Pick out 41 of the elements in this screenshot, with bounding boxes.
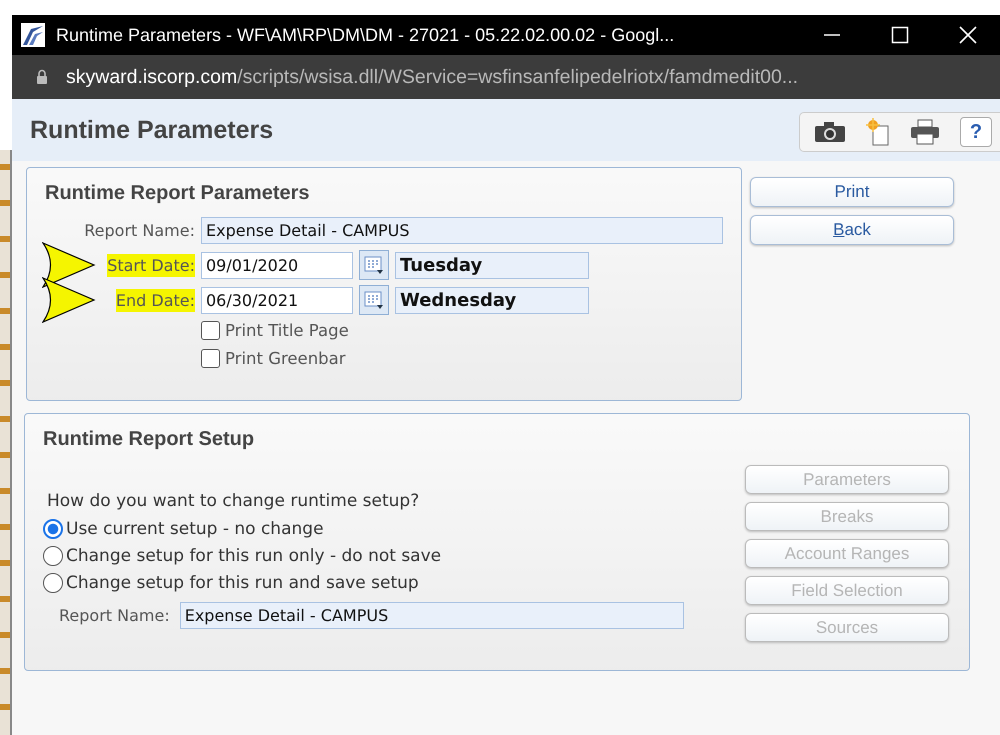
radio-button[interactable] — [43, 518, 63, 538]
lock-icon — [36, 69, 48, 85]
calendar-icon — [364, 290, 384, 310]
field-label: End Date: — [116, 288, 195, 312]
radio-button[interactable] — [43, 546, 63, 566]
panel-title: Runtime Report Setup — [43, 428, 256, 451]
checkbox[interactable] — [201, 321, 220, 340]
field-label: Report Name: — [59, 606, 170, 625]
url-text: skyward.iscorp.com/scripts/wsisa.dll/WService=wsfinsanfelipedelriotx/famdmedit00... — [66, 66, 798, 88]
date-field[interactable]: 09/01/2020 — [201, 252, 353, 278]
question-text: How do you want to change runtime setup? — [47, 491, 420, 511]
app-logo-icon — [20, 23, 46, 47]
new-document-icon[interactable] — [866, 118, 890, 146]
report-name-field[interactable]: Expense Detail - CAMPUS — [180, 602, 684, 629]
field-label: Report Name: — [84, 220, 195, 242]
calendar-icon — [364, 255, 384, 275]
address-bar[interactable]: skyward.iscorp.com/scripts/wsisa.dll/WService=wsfinsanfelipedelriotx/famdmedit00... — [12, 55, 1000, 99]
radio-label: Change setup for this run only - do not save — [66, 546, 442, 566]
page-title: Runtime Parameters — [30, 116, 274, 144]
printer-icon[interactable] — [910, 119, 940, 145]
day-field: Wednesday — [395, 286, 589, 314]
window-title: Runtime Parameters - WF\AM\RP\DM\DM - 27021 - 05.22.02.00.02 - Googl... — [56, 24, 676, 46]
checkbox[interactable] — [201, 349, 220, 368]
action-button[interactable]: Back — [750, 215, 954, 245]
close-icon[interactable] — [958, 25, 978, 45]
field-label: Start Date: — [107, 254, 195, 276]
checkbox-label: Print Greenbar — [225, 349, 346, 368]
checkbox-label: Print Title Page — [225, 321, 349, 340]
report-name-field[interactable]: Expense Detail - CAMPUS — [201, 216, 723, 244]
calendar-button[interactable] — [359, 285, 389, 315]
maximize-icon[interactable] — [890, 25, 910, 45]
day-field: Tuesday — [395, 252, 589, 278]
action-button[interactable]: Print — [750, 177, 954, 207]
camera-icon[interactable] — [814, 120, 846, 144]
date-field[interactable]: 06/30/2021 — [201, 286, 353, 314]
radio-label: Use current setup - no change — [66, 518, 324, 538]
panel-title: Runtime Report Parameters — [45, 182, 311, 205]
radio-label: Change setup for this run and save setup — [66, 572, 419, 592]
radio-button[interactable] — [43, 572, 63, 592]
help-button[interactable]: ? — [960, 117, 992, 147]
calendar-button[interactable] — [359, 250, 389, 280]
